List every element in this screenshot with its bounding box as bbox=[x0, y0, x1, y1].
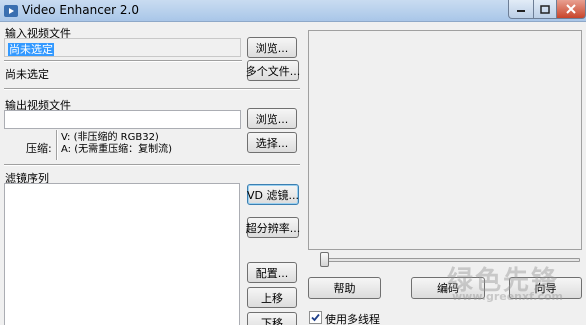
watermark-url: www.greenxf.com bbox=[452, 290, 564, 303]
compress-info-text: V: (非压缩的 RGB32) A: (无需重压缩：复制流) bbox=[61, 132, 173, 155]
input-file-value: 尚未选定 bbox=[8, 43, 54, 56]
close-button[interactable] bbox=[556, 0, 586, 19]
configure-button[interactable]: 配置... bbox=[247, 262, 297, 283]
close-icon bbox=[566, 4, 576, 14]
compression-choose-button[interactable]: 选择... bbox=[247, 132, 297, 153]
filter-chain-list[interactable] bbox=[4, 183, 240, 325]
section-divider-input bbox=[4, 88, 300, 90]
move-up-button[interactable]: 上移 bbox=[247, 287, 297, 308]
title-bar: Video Enhancer 2.0 bbox=[0, 0, 586, 22]
output-file-field[interactable] bbox=[4, 110, 241, 129]
minimize-button[interactable] bbox=[508, 0, 534, 19]
input-browse-button[interactable]: 浏览... bbox=[247, 37, 297, 58]
window-title: Video Enhancer 2.0 bbox=[22, 3, 139, 17]
multithread-label: 使用多线程 bbox=[325, 313, 380, 325]
position-slider-thumb[interactable] bbox=[320, 252, 329, 267]
move-down-button[interactable]: 下移 bbox=[247, 312, 297, 325]
multithread-checkbox[interactable] bbox=[309, 311, 322, 324]
app-icon bbox=[4, 5, 18, 17]
minimize-icon bbox=[517, 10, 525, 12]
help-button[interactable]: 帮助 bbox=[308, 277, 381, 299]
video-preview-area bbox=[308, 30, 582, 250]
super-resolution-button[interactable]: 超分辨率... bbox=[246, 217, 300, 238]
compress-info-divider bbox=[56, 130, 58, 160]
section-divider-output bbox=[4, 164, 300, 166]
main-window-body: 输入视频文件 尚未选定 浏览... 尚未选定 多个文件... 输出视频文件 浏览… bbox=[0, 22, 586, 325]
input-status-divider bbox=[4, 60, 242, 62]
vd-filters-button[interactable]: VD 滤镜... bbox=[247, 184, 299, 205]
input-file-field[interactable]: 尚未选定 bbox=[4, 38, 241, 57]
check-icon bbox=[311, 313, 320, 322]
maximize-icon bbox=[540, 4, 550, 14]
multiple-files-button[interactable]: 多个文件... bbox=[246, 60, 300, 81]
compress-label: 压缩: bbox=[26, 142, 52, 155]
input-status-text: 尚未选定 bbox=[5, 68, 49, 81]
output-browse-button[interactable]: 浏览... bbox=[247, 108, 297, 129]
maximize-button[interactable] bbox=[533, 0, 557, 19]
